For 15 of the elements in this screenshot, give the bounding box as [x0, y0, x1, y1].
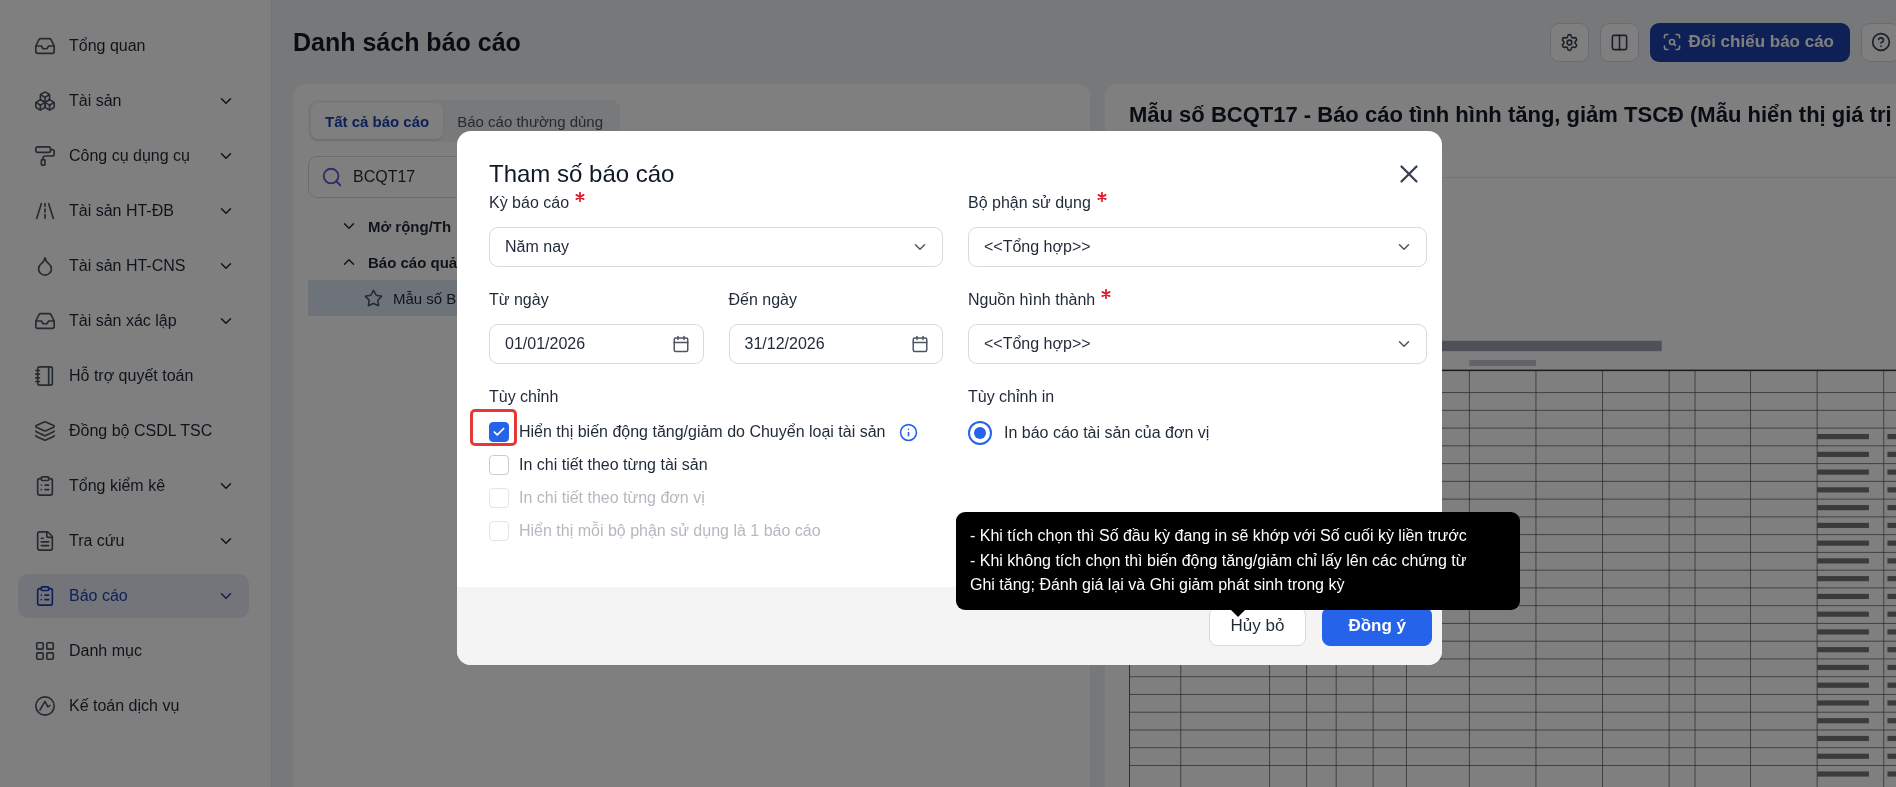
- checkbox-label: In chi tiết theo từng đơn vị: [519, 489, 705, 507]
- field-label: Kỳ báo cáo: [489, 191, 943, 215]
- checkbox-label: Hiển thị mỗi bộ phận sử dụng là 1 báo cáo: [519, 522, 821, 540]
- field-label: Bộ phận sử dụng: [968, 191, 1427, 215]
- radio-label: In báo cáo tài sản của đơn vị: [1004, 424, 1210, 442]
- section-heading: Tùy chỉnh: [489, 387, 560, 407]
- page-title: Danh sách báo cáo: [293, 27, 522, 57]
- dialog-title: Tham số báo cáo: [489, 160, 675, 188]
- checkbox-label: In chi tiết theo từng tài sản: [519, 456, 708, 474]
- field-label: Từ ngày: [489, 290, 550, 310]
- field-label: Nguồn hình thành: [968, 288, 1427, 312]
- report-title: Mẫu số BCQT17 - Báo cáo tình hình tăng, giảm TSCĐ (Mẫu hiển thị giá trị: [1129, 102, 1892, 128]
- section-heading: Tùy chỉnh in: [968, 387, 1056, 407]
- checkbox-label: Hiển thị biến động tăng/giảm do Chuyển loại tài sản: [519, 423, 886, 441]
- field-label: Đến ngày: [728, 290, 798, 310]
